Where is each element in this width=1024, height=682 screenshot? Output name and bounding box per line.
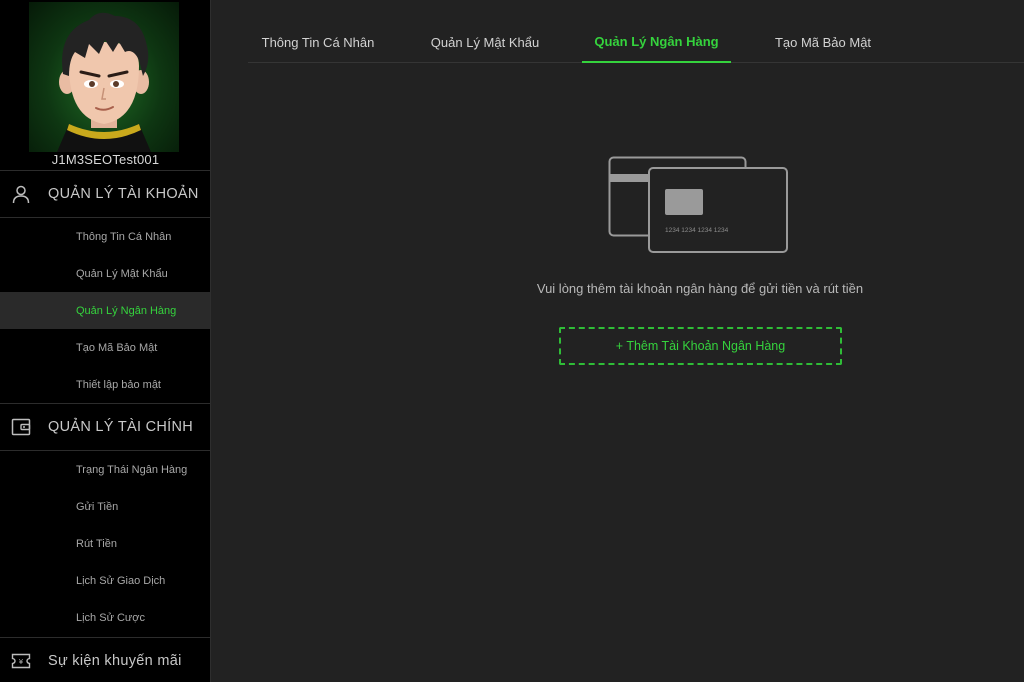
section-label: QUẢN LÝ TÀI CHÍNH [48, 419, 194, 435]
card-number: 1234 1234 1234 1234 [665, 227, 729, 234]
sidebar-item-withdraw[interactable]: Rút Tiền [0, 525, 210, 562]
sidebar-item-security-settings[interactable]: Thiết lập bảo mật [0, 366, 210, 403]
bank-cards-illustration: 1234 1234 1234 1234 [608, 155, 792, 255]
section-label: QUẢN LÝ TÀI KHOẢN [48, 186, 199, 202]
tab-bank-management[interactable]: Quản Lý Ngân Hàng [582, 22, 731, 63]
sidebar-item-label: Tạo Mã Bảo Mật [76, 341, 158, 354]
section-promotions[interactable]: ¥ Sự kiện khuyến mãi [0, 638, 210, 682]
section-label: Sự kiện khuyến mãi [48, 653, 182, 669]
sidebar-item-security-code[interactable]: Tạo Mã Bảo Mật [0, 329, 210, 366]
sidebar-item-bet-history[interactable]: Lịch Sử Cược [0, 599, 210, 636]
sidebar-item-label: Trạng Thái Ngân Hàng [76, 463, 188, 476]
tab-security-code[interactable]: Tạo Mã Bảo Mật [763, 22, 883, 63]
username: J1M3SEOTest001 [51, 152, 160, 167]
sidebar-item-label: Thông Tin Cá Nhân [76, 230, 172, 243]
sidebar-item-label: Gửi Tiền [76, 500, 119, 513]
sidebar-item-label: Rút Tiền [76, 537, 117, 550]
sidebar-item-deposit[interactable]: Gửi Tiền [0, 488, 210, 525]
tab-password[interactable]: Quản Lý Mật Khẩu [418, 22, 552, 63]
user-icon [10, 183, 32, 205]
section-finance-management[interactable]: QUẢN LÝ TÀI CHÍNH [0, 404, 210, 450]
ticket-icon: ¥ [10, 650, 32, 672]
sidebar-item-label: Quản Lý Mật Khẩu [76, 267, 168, 280]
empty-state-message: Vui lòng thêm tài khoản ngân hàng để gửi… [536, 281, 864, 296]
sidebar-item-password[interactable]: Quản Lý Mật Khẩu [0, 255, 210, 292]
sidebar-item-personal-info[interactable]: Thông Tin Cá Nhân [0, 218, 210, 255]
tab-personal-info[interactable]: Thông Tin Cá Nhân [248, 22, 388, 63]
add-bank-account-button[interactable]: + Thêm Tài Khoản Ngân Hàng [559, 327, 842, 365]
sidebar: J1M3SEOTest001 QUẢN LÝ TÀI KHOẢN Thông T… [0, 0, 211, 682]
sidebar-item-label: Quản Lý Ngân Hàng [76, 304, 177, 317]
svg-text:¥: ¥ [19, 658, 24, 666]
sidebar-item-label: Lịch Sử Giao Dịch [76, 574, 166, 587]
tab-bar: Thông Tin Cá Nhân Quản Lý Mật Khẩu Quản … [248, 22, 1024, 63]
avatar [29, 2, 179, 152]
wallet-icon [10, 416, 32, 438]
section-account-management[interactable]: QUẢN LÝ TÀI KHOẢN [0, 171, 210, 217]
avatar-illustration [57, 12, 151, 152]
sidebar-item-bank-status[interactable]: Trạng Thái Ngân Hàng [0, 451, 210, 488]
sidebar-item-transaction-history[interactable]: Lịch Sử Giao Dịch [0, 562, 210, 599]
sidebar-item-bank-management[interactable]: Quản Lý Ngân Hàng [0, 292, 210, 329]
sidebar-item-label: Thiết lập bảo mật [76, 378, 161, 391]
sidebar-item-label: Lịch Sử Cược [76, 611, 146, 624]
